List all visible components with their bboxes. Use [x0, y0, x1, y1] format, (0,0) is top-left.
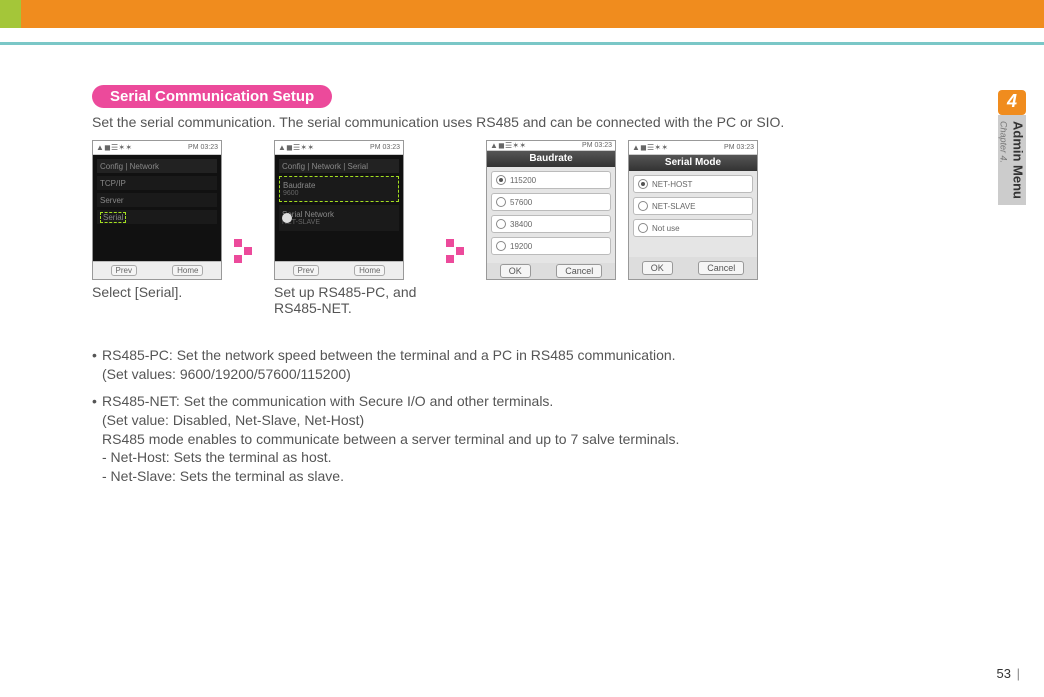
baudrate-opt-57600: 57600	[510, 198, 532, 207]
status-bar: ▲ ◼ ☰ ✶ ✶ PM 03:23	[629, 141, 757, 155]
screen1-column: ▲ ◼ ☰ ✶ ✶ PM 03:23 Config | Network TCP/…	[92, 140, 222, 300]
top-accent-bar	[0, 0, 1044, 28]
status-icons: ▲ ◼ ☰ ✶ ✶	[96, 143, 131, 152]
baudrate-title: Baudrate	[487, 151, 615, 167]
status-bar: ▲ ◼ ☰ ✶ ✶ PM 03:23	[93, 141, 221, 155]
device-screen-2: ▲ ◼ ☰ ✶ ✶ PM 03:23 Config | Network | Se…	[274, 140, 404, 280]
screen2-prev-button: Prev	[293, 265, 319, 276]
screen2-baudrate-value: 9600	[283, 190, 299, 197]
bullet2-line2: (Set value: Disabled, Net-Slave, Net-Hos…	[102, 411, 679, 430]
side-chapter-title: Admin Menu	[1011, 121, 1026, 199]
side-chapter-label: Chapter 4.	[999, 121, 1009, 199]
bullet2-line3: RS485 mode enables to communicate betwee…	[102, 430, 679, 449]
bullet1-line1: RS485-PC: Set the network speed between …	[102, 346, 676, 365]
screen2-column: ▲ ◼ ☰ ✶ ✶ PM 03:23 Config | Network | Se…	[274, 140, 434, 316]
screen1-row-tcpip: TCP/IP	[100, 179, 126, 188]
status-icons: ▲ ◼ ☰ ✶ ✶	[490, 141, 525, 150]
bullet1-line2: (Set values: 9600/19200/57600/115200)	[102, 365, 676, 384]
side-chapter-number: 4	[998, 90, 1026, 115]
serialmode-opt-netslave: NET-SLAVE	[652, 202, 695, 211]
baudrate-ok-button: OK	[500, 264, 531, 278]
side-chapter-tab: 4 Chapter 4. Admin Menu	[998, 90, 1026, 205]
flow-arrow-icon	[446, 239, 474, 267]
divider-line	[0, 42, 1044, 45]
status-bar: ▲ ◼ ☰ ✶ ✶ PM 03:23	[487, 141, 615, 151]
screen1-row-serial-selected: Serial	[100, 212, 126, 223]
description-bullets: • RS485-PC: Set the network speed betwee…	[92, 346, 922, 486]
bullet2-line1: RS485-NET: Set the communication with Se…	[102, 392, 679, 411]
screenshots-row: ▲ ◼ ☰ ✶ ✶ PM 03:23 Config | Network TCP/…	[92, 140, 922, 316]
intro-text: Set the serial communication. The serial…	[92, 114, 922, 130]
bullet2-line5: - Net-Slave: Sets the terminal as slave.	[102, 467, 679, 486]
serialmode-ok-button: OK	[642, 261, 673, 275]
main-content: Serial Communication Setup Set the seria…	[92, 85, 922, 494]
serialmode-opt-nethost: NET-HOST	[652, 180, 692, 189]
baudrate-opt-115200: 115200	[510, 176, 536, 185]
screen1-prev-button: Prev	[111, 265, 137, 276]
screen1-caption: Select [Serial].	[92, 284, 222, 300]
serialmode-opt-notuse: Not use	[652, 224, 680, 233]
screen2-caption: Set up RS485-PC, and RS485-NET.	[274, 284, 434, 316]
page-number: 53 |	[997, 666, 1020, 681]
device-screen-1: ▲ ◼ ☰ ✶ ✶ PM 03:23 Config | Network TCP/…	[92, 140, 222, 280]
flow-arrow-icon	[234, 239, 262, 267]
status-time: PM 03:23	[724, 144, 754, 151]
screen1-header: Config | Network	[100, 162, 159, 171]
screen2-home-button: Home	[354, 265, 385, 276]
status-bar: ▲ ◼ ☰ ✶ ✶ PM 03:23	[275, 141, 403, 155]
bullet2-line4: - Net-Host: Sets the terminal as host.	[102, 448, 679, 467]
bullet-rs485-pc: • RS485-PC: Set the network speed betwee…	[92, 346, 922, 384]
status-icons: ▲ ◼ ☰ ✶ ✶	[632, 143, 667, 152]
serialmode-cancel-button: Cancel	[698, 261, 744, 275]
screen1-home-button: Home	[172, 265, 203, 276]
baudrate-cancel-button: Cancel	[556, 264, 602, 278]
baudrate-popup: ▲ ◼ ☰ ✶ ✶ PM 03:23 Baudrate 115200 57600…	[486, 140, 616, 280]
status-time: PM 03:23	[582, 142, 612, 149]
status-icons: ▲ ◼ ☰ ✶ ✶	[278, 143, 313, 152]
baudrate-opt-38400: 38400	[510, 220, 532, 229]
serialmode-title: Serial Mode	[629, 155, 757, 171]
status-time: PM 03:23	[370, 144, 400, 151]
screen2-header: Config | Network | Serial	[282, 162, 368, 171]
section-title-pill: Serial Communication Setup	[92, 85, 332, 108]
screen1-row-server: Server	[100, 196, 124, 205]
status-time: PM 03:23	[188, 144, 218, 151]
bullet-rs485-net: • RS485-NET: Set the communication with …	[92, 392, 922, 486]
baudrate-opt-19200: 19200	[510, 242, 532, 251]
serialmode-popup: ▲ ◼ ☰ ✶ ✶ PM 03:23 Serial Mode NET-HOST …	[628, 140, 758, 280]
screen2-baudrate-label: Baudrate	[283, 181, 315, 190]
